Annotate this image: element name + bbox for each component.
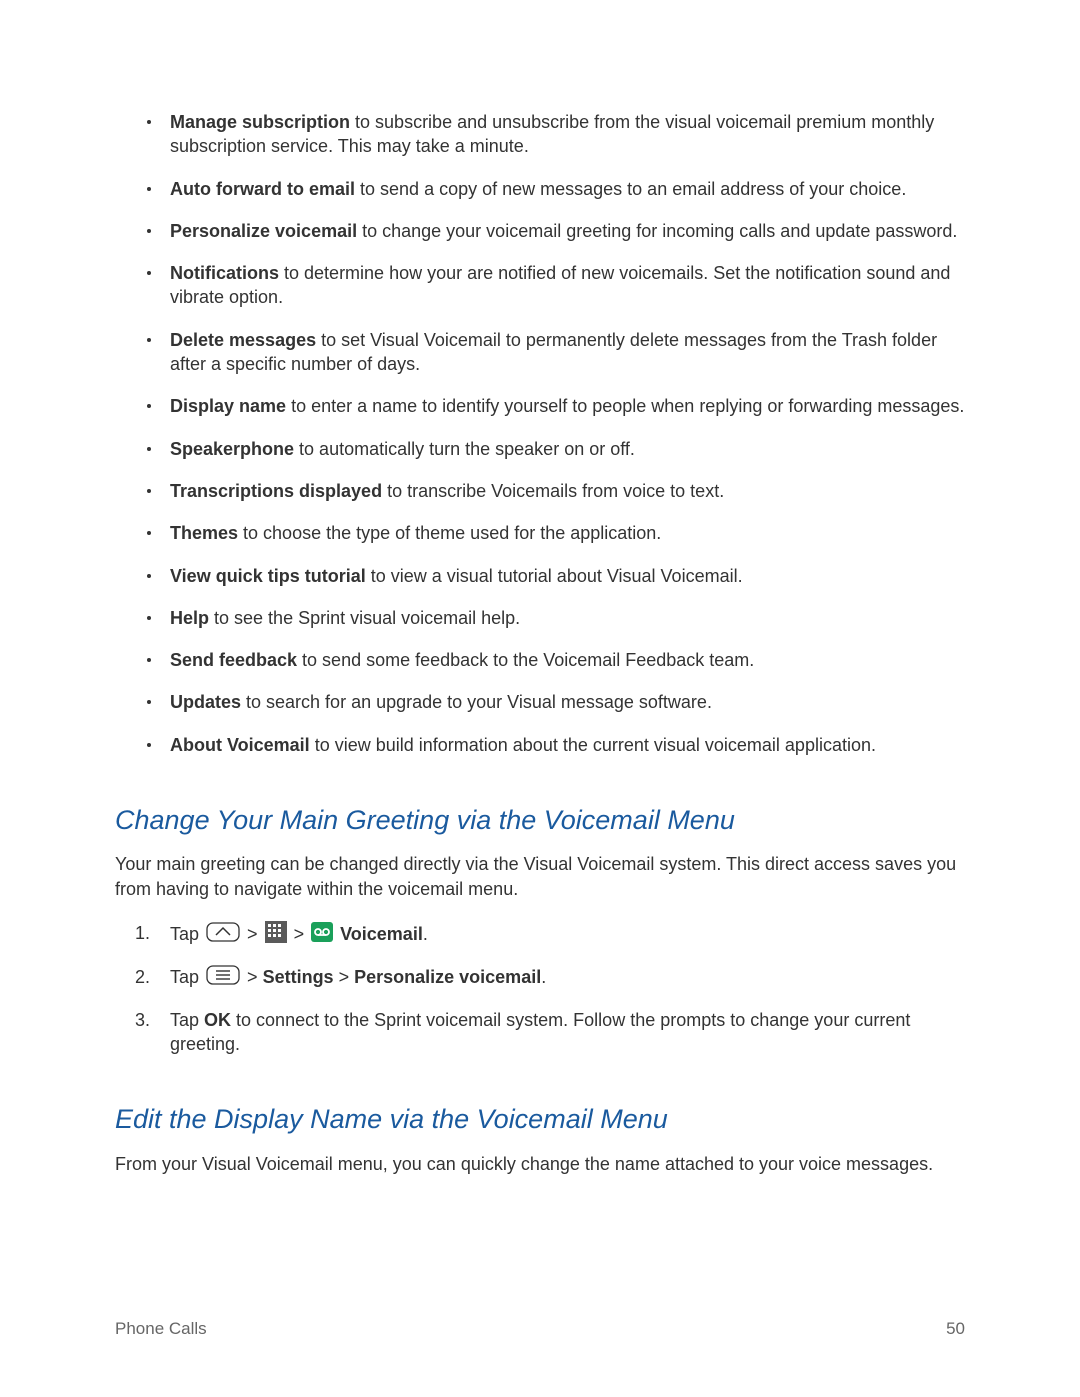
desc: to send a copy of new messages to an ema… <box>355 179 906 199</box>
term: Transcriptions displayed <box>170 481 382 501</box>
desc: to view a visual tutorial about Visual V… <box>366 566 743 586</box>
desc: to change your voicemail greeting for in… <box>357 221 957 241</box>
list-item: Transcriptions displayed to transcribe V… <box>115 479 965 503</box>
voicemail-app-icon <box>311 922 333 948</box>
list-item: About Voicemail to view build informatio… <box>115 733 965 757</box>
settings-label: Settings <box>263 967 334 987</box>
list-item: Notifications to determine how your are … <box>115 261 965 310</box>
separator: > <box>247 967 263 987</box>
list-item: View quick tips tutorial to view a visua… <box>115 564 965 588</box>
list-item: Updates to search for an upgrade to your… <box>115 690 965 714</box>
step-text: Tap <box>170 1010 204 1030</box>
section-lead: Your main greeting can be changed direct… <box>115 852 965 901</box>
list-item: Themes to choose the type of theme used … <box>115 521 965 545</box>
footer-section-title: Phone Calls <box>115 1319 207 1339</box>
settings-bullet-list: Manage subscription to subscribe and uns… <box>115 110 965 757</box>
list-item: Manage subscription to subscribe and uns… <box>115 110 965 159</box>
term: Themes <box>170 523 238 543</box>
list-item: Speakerphone to automatically turn the s… <box>115 437 965 461</box>
section-lead: From your Visual Voicemail menu, you can… <box>115 1152 965 1176</box>
list-item: Auto forward to email to send a copy of … <box>115 177 965 201</box>
term: Send feedback <box>170 650 297 670</box>
list-item: Send feedback to send some feedback to t… <box>115 648 965 672</box>
step: Tap > > Voicemail. <box>115 921 965 949</box>
term: Display name <box>170 396 286 416</box>
page-footer: Phone Calls 50 <box>0 1319 1080 1339</box>
term: View quick tips tutorial <box>170 566 366 586</box>
desc: to see the Sprint visual voicemail help. <box>209 608 520 628</box>
step: Tap > Settings > Personalize voicemail. <box>115 965 965 991</box>
term: Speakerphone <box>170 439 294 459</box>
step-text: Tap <box>170 967 204 987</box>
desc: to automatically turn the speaker on or … <box>294 439 635 459</box>
steps-change-greeting: Tap > > Voicemail. Tap <box>115 921 965 1056</box>
period: . <box>541 967 546 987</box>
home-icon <box>206 922 240 948</box>
desc: to send some feedback to the Voicemail F… <box>297 650 754 670</box>
list-item: Personalize voicemail to change your voi… <box>115 219 965 243</box>
period: . <box>423 924 428 944</box>
step-text: Tap <box>170 924 204 944</box>
desc: to transcribe Voicemails from voice to t… <box>382 481 724 501</box>
list-item: Delete messages to set Visual Voicemail … <box>115 328 965 377</box>
separator: > <box>339 967 355 987</box>
step: Tap OK to connect to the Sprint voicemai… <box>115 1008 965 1057</box>
separator: > <box>294 924 310 944</box>
desc: to choose the type of theme used for the… <box>238 523 661 543</box>
apps-grid-icon <box>265 921 287 949</box>
desc: to search for an upgrade to your Visual … <box>241 692 712 712</box>
desc: to view build information about the curr… <box>310 735 876 755</box>
term: Delete messages <box>170 330 316 350</box>
step-text: to connect to the Sprint voicemail syste… <box>170 1010 910 1054</box>
personalize-label: Personalize voicemail <box>354 967 541 987</box>
desc: to determine how your are notified of ne… <box>170 263 950 307</box>
ok-label: OK <box>204 1010 231 1030</box>
voicemail-label: Voicemail <box>340 924 423 944</box>
list-item: Help to see the Sprint visual voicemail … <box>115 606 965 630</box>
desc: to enter a name to identify yourself to … <box>286 396 964 416</box>
list-item: Display name to enter a name to identify… <box>115 394 965 418</box>
term: Updates <box>170 692 241 712</box>
section-heading-change-greeting: Change Your Main Greeting via the Voicem… <box>115 802 965 838</box>
separator: > <box>247 924 263 944</box>
term: Personalize voicemail <box>170 221 357 241</box>
term: Help <box>170 608 209 628</box>
term: About Voicemail <box>170 735 310 755</box>
term: Auto forward to email <box>170 179 355 199</box>
footer-page-number: 50 <box>946 1319 965 1339</box>
section-heading-edit-display-name: Edit the Display Name via the Voicemail … <box>115 1101 965 1137</box>
term: Notifications <box>170 263 279 283</box>
term: Manage subscription <box>170 112 350 132</box>
menu-icon <box>206 965 240 991</box>
